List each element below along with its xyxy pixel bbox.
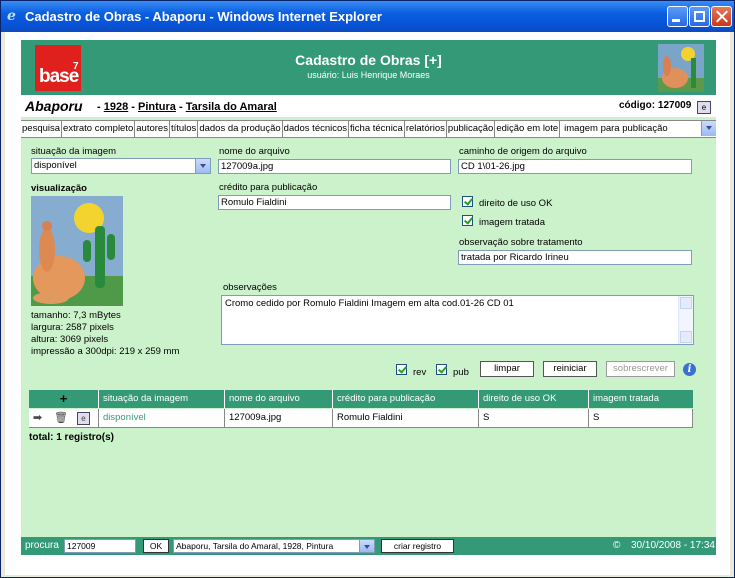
work-year-link[interactable]: 1928 — [104, 101, 128, 113]
textarea-scrollbar[interactable] — [678, 296, 693, 344]
record-select-value: Abaporu, Tarsila do Amaral, 1928, Pintur… — [176, 541, 334, 551]
tab-imagem-publicacao-select[interactable]: imagem para publicação — [560, 121, 716, 137]
criar-registro-button[interactable]: criar registro — [381, 539, 454, 553]
table-header: + situação da imagem nome do arquivo cré… — [29, 390, 693, 408]
chevron-down-icon[interactable] — [195, 159, 210, 173]
situacao-select[interactable]: disponível — [31, 158, 211, 174]
minimize-button[interactable] — [667, 6, 688, 27]
procura-input[interactable]: 127009 — [64, 539, 136, 553]
file-height: altura: 3069 pixels — [31, 334, 109, 345]
tab-extrato-completo[interactable]: extrato completo — [62, 121, 136, 137]
app-footer: procura 127009 OK Abaporu, Tarsila do Am… — [21, 537, 716, 555]
edit-icon[interactable]: e — [77, 412, 90, 425]
col-direito[interactable]: direito de uso OK — [479, 390, 589, 408]
col-credito[interactable]: crédito para publicação — [333, 390, 479, 408]
caminho-label: caminho de origem do arquivo — [459, 146, 587, 157]
total-records: total: 1 registro(s) — [29, 432, 115, 443]
app-header: base 7 Cadastro de Obras [+] usuário: Lu… — [21, 40, 716, 95]
cell-credito: Romulo Fialdini — [333, 409, 479, 428]
browser-window: e Cadastro de Obras - Abaporu - Windows … — [0, 0, 735, 578]
user-label: usuário: Luis Henrique Moraes — [307, 70, 430, 80]
scroll-down-icon[interactable] — [680, 331, 692, 343]
work-meta: - 1928 - Pintura - Tarsila do Amaral — [97, 101, 277, 113]
sobrescrever-button[interactable]: sobrescrever — [606, 361, 675, 377]
tab-titulos[interactable]: títulos — [170, 121, 199, 137]
situacao-value: disponível — [34, 160, 77, 171]
tab-relatorios[interactable]: relatórios — [405, 121, 447, 137]
cell-direito: S — [479, 409, 589, 428]
col-situacao[interactable]: situação da imagem — [99, 390, 225, 408]
nome-arquivo-field[interactable]: 127009a.jpg — [218, 159, 451, 174]
cell-tratada: S — [589, 409, 693, 428]
procura-label: procura — [25, 540, 59, 551]
add-row-button[interactable]: + — [29, 390, 99, 408]
file-size: tamanho: 7,3 mBytes — [31, 310, 121, 321]
nome-arquivo-label: nome do arquivo — [219, 146, 290, 157]
tab-bar: pesquisa extrato completo autores título… — [21, 120, 716, 138]
tab-dados-tecnicos[interactable]: dados técnicos — [283, 121, 350, 137]
arrow-right-icon[interactable]: ➡ — [31, 412, 44, 425]
file-width: largura: 2587 pixels — [31, 322, 114, 333]
artwork-thumbnail — [658, 44, 704, 92]
cell-situacao[interactable]: disponível — [99, 409, 225, 428]
artwork-preview-image[interactable] — [31, 196, 123, 306]
table-row[interactable]: ➡ 🗑 e disponível 127009a.jpg Romulo Fial… — [29, 409, 693, 428]
record-select[interactable]: Abaporu, Tarsila do Amaral, 1928, Pintur… — [173, 539, 375, 553]
tab-autores[interactable]: autores — [135, 121, 170, 137]
col-nome-arquivo[interactable]: nome do arquivo — [225, 390, 333, 408]
page-title[interactable]: Cadastro de Obras [+] — [21, 52, 716, 68]
tab-dados-producao[interactable]: dados da produção — [198, 121, 283, 137]
cell-nome-arquivo: 127009a.jpg — [225, 409, 333, 428]
info-icon[interactable]: i — [683, 363, 696, 376]
pub-label: pub — [453, 367, 469, 378]
page-content: base 7 Cadastro de Obras [+] usuário: Lu… — [5, 32, 730, 575]
chevron-down-icon[interactable] — [359, 540, 374, 552]
trash-icon[interactable]: 🗑 — [54, 412, 68, 425]
tab-edicao-em-lote[interactable]: edição em lote — [495, 121, 561, 137]
row-actions: ➡ 🗑 e — [29, 409, 99, 428]
tratada-checkbox[interactable] — [462, 215, 473, 226]
observacoes-value: Cromo cedido por Romulo Fialdini Imagem … — [225, 298, 514, 309]
work-title: Abaporu — [25, 98, 83, 114]
work-info-bar: Abaporu - 1928 - Pintura - Tarsila do Am… — [21, 95, 716, 117]
footer-datetime: 30/10/2008 - 17:34 — [631, 540, 715, 551]
tratada-label: imagem tratada — [479, 217, 546, 228]
rev-checkbox[interactable] — [396, 364, 407, 375]
obs-tratamento-field[interactable]: tratada por Ricardo Irineu — [458, 250, 692, 265]
reiniciar-button[interactable]: reiniciar — [543, 361, 597, 377]
title-bar: e Cadastro de Obras - Abaporu - Windows … — [1, 1, 734, 32]
pub-checkbox[interactable] — [436, 364, 447, 375]
credito-field[interactable]: Romulo Fialdini — [218, 195, 451, 210]
app-panel: base 7 Cadastro de Obras [+] usuário: Lu… — [21, 40, 716, 555]
scroll-up-icon[interactable] — [680, 297, 692, 309]
direito-label: direito de uso OK — [479, 198, 553, 209]
limpar-button[interactable]: limpar — [480, 361, 534, 377]
tab-ficha-tecnica[interactable]: ficha técnica — [349, 121, 405, 137]
tab-imagem-publicacao: imagem para publicação — [564, 123, 668, 134]
work-type-link[interactable]: Pintura — [138, 101, 176, 113]
window-title: Cadastro de Obras - Abaporu - Windows In… — [25, 9, 382, 24]
edit-record-icon[interactable]: e — [697, 101, 711, 114]
work-artist-link[interactable]: Tarsila do Amaral — [186, 101, 277, 113]
ok-button[interactable]: OK — [143, 539, 169, 553]
visualizacao-label: visualização — [31, 183, 87, 194]
ie-logo-icon: e — [7, 8, 16, 24]
tab-pesquisa[interactable]: pesquisa — [21, 121, 63, 137]
observacoes-textarea[interactable]: Cromo cedido por Romulo Fialdini Imagem … — [221, 295, 694, 345]
chevron-down-icon[interactable] — [701, 121, 716, 136]
situacao-label: situação da imagem — [31, 146, 117, 157]
caminho-field[interactable]: CD 1\01-26.jpg — [458, 159, 692, 174]
print-size: impressão a 300dpi: 219 x 259 mm — [31, 346, 180, 357]
maximize-button[interactable] — [689, 6, 710, 27]
credito-label: crédito para publicação — [219, 182, 318, 193]
observacoes-label: observações — [223, 282, 277, 293]
obs-tratamento-label: observação sobre tratamento — [459, 237, 583, 248]
rev-label: rev — [413, 367, 427, 378]
tab-publicacao[interactable]: publicação — [447, 121, 496, 137]
direito-checkbox[interactable] — [462, 196, 473, 207]
col-tratada[interactable]: imagem tratada — [589, 390, 693, 408]
copyright-icon: © — [613, 540, 621, 551]
work-code: código: 127009 — [619, 100, 692, 111]
close-button[interactable] — [711, 6, 732, 27]
